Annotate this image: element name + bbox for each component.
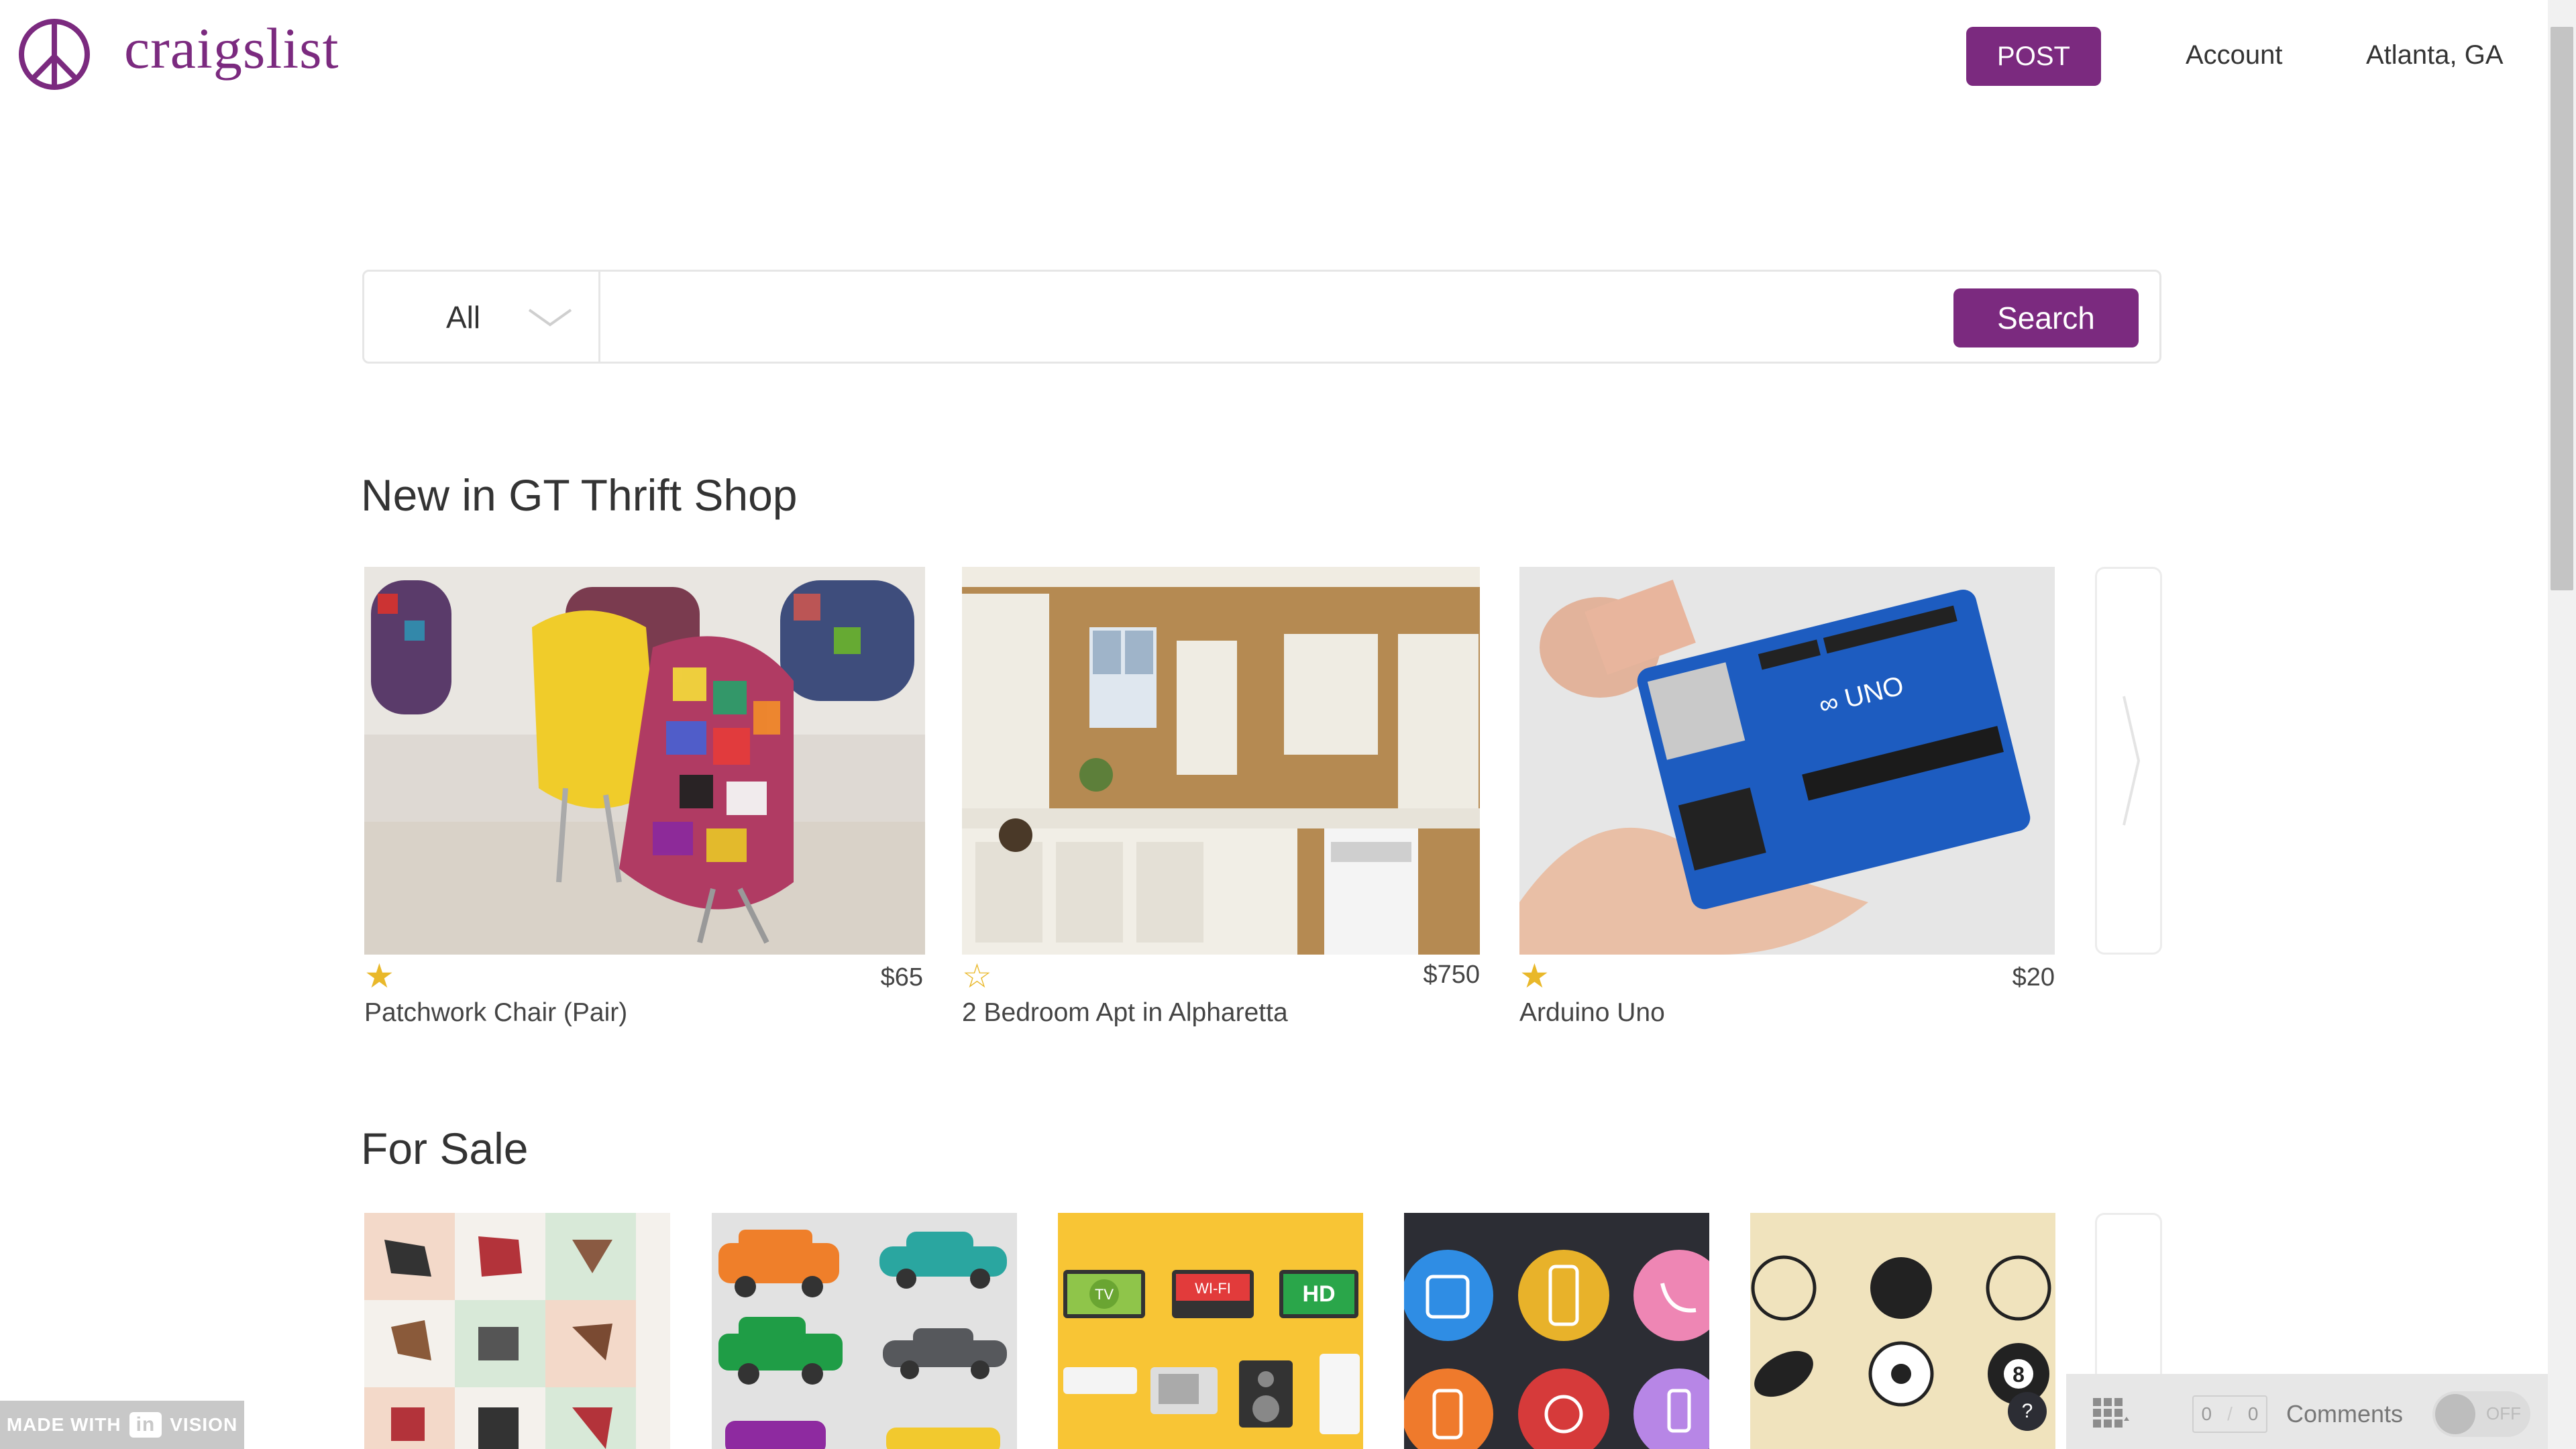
toggle-knob [2435, 1394, 2475, 1434]
category-tile-furniture[interactable] [364, 1213, 670, 1449]
category-tile-phones[interactable] [1404, 1213, 1709, 1449]
listing-image-arduino[interactable]: ∞ UNO [1519, 567, 2055, 955]
hd-label: HD [1302, 1281, 1335, 1307]
site-logo-text[interactable]: craigslist [124, 15, 339, 82]
help-button[interactable]: ? [2008, 1392, 2047, 1431]
scrollbar-thumb[interactable] [2551, 27, 2573, 590]
comments-label[interactable]: Comments [2286, 1400, 2403, 1428]
grid-menu-icon[interactable] [2093, 1398, 2129, 1430]
search-divider [598, 272, 600, 362]
category-tile-electronics[interactable]: TV WI-FI HD [1058, 1213, 1363, 1449]
listing-price: $20 [2012, 963, 2055, 991]
invision-badge[interactable]: MADE WITH in VISION [0, 1401, 244, 1449]
listing-title[interactable]: 2 Bedroom Apt in Alpharetta [962, 998, 1288, 1028]
listing-price: $65 [880, 963, 923, 991]
listing-title[interactable]: Arduino Uno [1519, 998, 1665, 1028]
comment-count-b: 0 [2247, 1403, 2259, 1424]
invision-logo-icon: in [129, 1412, 162, 1438]
account-link[interactable]: Account [2186, 40, 2283, 70]
svg-text:8: 8 [2012, 1362, 2025, 1387]
wifi-label: WI-FI [1195, 1280, 1231, 1297]
invision-badge-text: MADE WITH [6, 1414, 121, 1435]
toggle-label: OFF [2486, 1403, 2521, 1424]
category-tile-cars[interactable] [712, 1213, 1017, 1449]
category-select[interactable]: All [446, 299, 480, 335]
listing-title[interactable]: Patchwork Chair (Pair) [364, 998, 627, 1028]
search-input[interactable] [610, 276, 1948, 358]
favorite-star-icon[interactable]: ★ [1519, 959, 1550, 993]
listing-image-chair[interactable] [364, 567, 925, 955]
comment-counter: 0 / 0 [2192, 1395, 2267, 1433]
chevron-down-icon[interactable] [527, 307, 574, 327]
comment-count-a: 0 [2201, 1403, 2212, 1424]
listing-image-kitchen[interactable] [962, 567, 1480, 955]
invision-brand-text: VISION [170, 1414, 238, 1435]
favorite-star-outline-icon[interactable]: ☆ [962, 959, 992, 993]
tv-label: TV [1095, 1286, 1114, 1303]
peace-logo-icon[interactable] [17, 17, 91, 91]
search-button[interactable]: Search [1953, 288, 2139, 347]
favorite-star-icon[interactable]: ★ [364, 959, 394, 993]
carousel-next-button[interactable] [2095, 567, 2162, 955]
for-sale-heading: For Sale [361, 1124, 529, 1173]
location-link[interactable]: Atlanta, GA [2366, 40, 2504, 70]
comments-toggle[interactable]: OFF [2432, 1391, 2530, 1437]
chevron-right-icon [2123, 696, 2141, 826]
listing-price: $750 [1423, 961, 1480, 989]
new-listings-heading: New in GT Thrift Shop [361, 470, 798, 520]
post-button[interactable]: POST [1966, 27, 2101, 86]
